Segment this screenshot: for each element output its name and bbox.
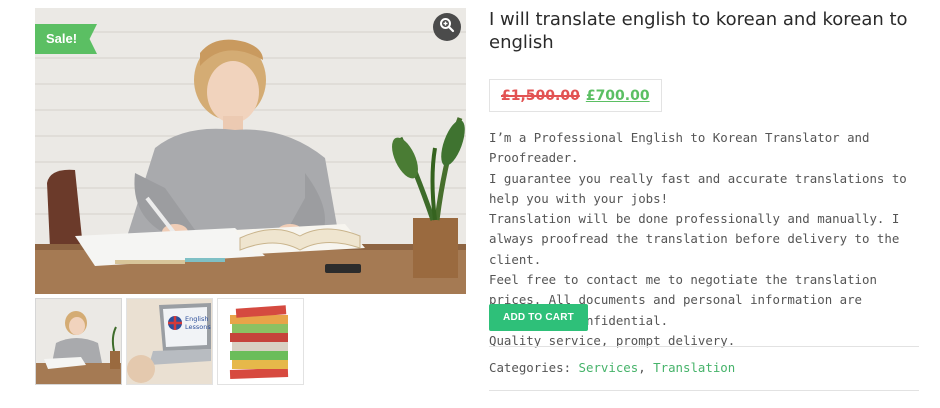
divider-bottom: [489, 390, 919, 391]
thumb-english-text: English: [185, 315, 208, 323]
description-line-1: I’m a Professional English to Korean Tra…: [489, 130, 870, 166]
description-line-2: I guarantee you really fast and accurate…: [489, 170, 907, 206]
thumbnail-3[interactable]: [217, 298, 304, 385]
description-line-3: Translation will be done professionally …: [489, 211, 900, 267]
description-line-5: Quality service, prompt delivery.: [489, 332, 736, 348]
sale-price: £700.00: [585, 87, 650, 104]
thumbnail-1[interactable]: [35, 298, 122, 385]
divider-top: [489, 346, 919, 347]
category-separator: ,: [638, 360, 646, 375]
zoom-button[interactable]: [433, 13, 461, 41]
regular-price: £1,500.00: [501, 87, 580, 104]
category-link-services[interactable]: Services: [579, 360, 639, 375]
price-box: £1,500.00 £700.00: [489, 79, 662, 112]
categories-label: Categories:: [489, 360, 572, 375]
gallery-thumbnails: English Lessons: [35, 298, 304, 385]
sale-badge: Sale!: [35, 24, 97, 54]
add-to-cart-button[interactable]: ADD TO CART: [489, 304, 588, 331]
thumbnail-2[interactable]: English Lessons: [126, 298, 213, 385]
main-product-image[interactable]: [35, 8, 466, 294]
product-title: I will translate english to korean and k…: [489, 9, 908, 53]
product-categories: Categories: Services, Translation: [489, 360, 735, 375]
magnifier-zoom-icon: [439, 17, 455, 37]
thumb-lessons-text: Lessons: [185, 323, 211, 331]
category-link-translation[interactable]: Translation: [653, 360, 735, 375]
